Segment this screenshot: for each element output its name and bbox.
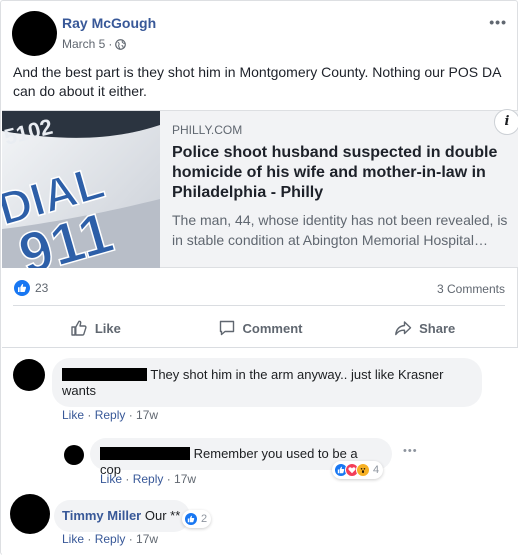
- post-date[interactable]: March 5: [62, 37, 105, 51]
- link-text-block[interactable]: PHILLY.COM Police shoot husband suspecte…: [172, 123, 508, 250]
- share-label: Share: [419, 320, 456, 336]
- like-reaction-icon: [184, 512, 198, 526]
- info-icon[interactable]: i: [494, 109, 518, 135]
- reply-reactions[interactable]: 4: [332, 461, 384, 479]
- redacted-name: [62, 368, 147, 381]
- comment-reactions[interactable]: 2: [182, 510, 212, 528]
- link-title[interactable]: Police shoot husband suspected in double…: [172, 143, 508, 203]
- author-name[interactable]: Ray McGough: [62, 15, 156, 31]
- reply-actions: Like · Reply · 17w: [100, 472, 197, 486]
- reply-reaction-count: 4: [373, 464, 380, 476]
- meta-separator: ·: [108, 37, 113, 51]
- reaction-summary[interactable]: 23: [14, 280, 48, 296]
- share-icon: [395, 321, 412, 336]
- comments-count[interactable]: 3 Comments: [437, 282, 505, 296]
- comment-text: Our **: [144, 508, 181, 523]
- comment-actions: Like · Reply · 17w: [62, 532, 159, 546]
- comments-section: They shot him in the arm anyway.. just l…: [2, 347, 518, 555]
- reply-reply-link[interactable]: Reply: [133, 472, 164, 486]
- link-domain: PHILLY.COM: [172, 123, 243, 137]
- like-label: Like: [94, 320, 121, 336]
- comment-button[interactable]: Comment: [178, 311, 343, 345]
- more-options-icon[interactable]: •••: [489, 14, 507, 30]
- reply-time[interactable]: 17w: [174, 472, 196, 486]
- commenter-avatar[interactable]: [10, 494, 50, 534]
- comment-reaction-count: 2: [201, 513, 208, 525]
- like-button[interactable]: Like: [13, 311, 178, 345]
- redacted-name: [100, 447, 190, 460]
- reply-avatar[interactable]: [64, 445, 84, 465]
- globe-icon[interactable]: [115, 38, 127, 50]
- comment-bubble: Timmy Miller Our **: [54, 500, 190, 532]
- like-reaction-icon: [14, 280, 30, 296]
- link-thumbnail[interactable]: 5102 DIAL 911: [2, 111, 160, 268]
- link-preview[interactable]: 5102 DIAL 911 PHILLY.COM Police shoot hu…: [2, 109, 518, 268]
- action-bar: Like Comment Share: [13, 311, 507, 345]
- commenter-name[interactable]: Timmy Miller: [62, 508, 141, 523]
- comment-reply-link[interactable]: Reply: [95, 532, 126, 546]
- commenter-avatar[interactable]: [13, 359, 45, 391]
- reply-options-icon[interactable]: •••: [403, 445, 418, 457]
- author-avatar[interactable]: [12, 11, 57, 56]
- post-meta: March 5 ·: [62, 37, 127, 51]
- comment-bubble: They shot him in the arm anyway.. just l…: [52, 358, 482, 407]
- comment-time[interactable]: 17w: [136, 532, 158, 546]
- reply-like-link[interactable]: Like: [100, 472, 122, 486]
- reaction-count[interactable]: 23: [35, 281, 48, 295]
- post-text: And the best part is they shot him in Mo…: [13, 64, 501, 99]
- share-button[interactable]: Share: [342, 311, 507, 345]
- divider: [13, 305, 505, 306]
- wow-reaction-icon: [356, 463, 370, 477]
- comment-like-link[interactable]: Like: [62, 532, 84, 546]
- comment-time[interactable]: 17w: [136, 408, 158, 422]
- comment-icon: [219, 320, 234, 336]
- comment-reply-link[interactable]: Reply: [95, 408, 126, 422]
- comment-like-link[interactable]: Like: [62, 408, 84, 422]
- thumbs-up-icon: [71, 320, 87, 336]
- post-card: Ray McGough March 5 · ••• And the best p…: [0, 0, 518, 555]
- comment-label: Comment: [242, 320, 303, 336]
- comment-actions: Like · Reply · 17w: [62, 408, 159, 422]
- link-description: The man, 44, whose identity has not been…: [172, 212, 508, 248]
